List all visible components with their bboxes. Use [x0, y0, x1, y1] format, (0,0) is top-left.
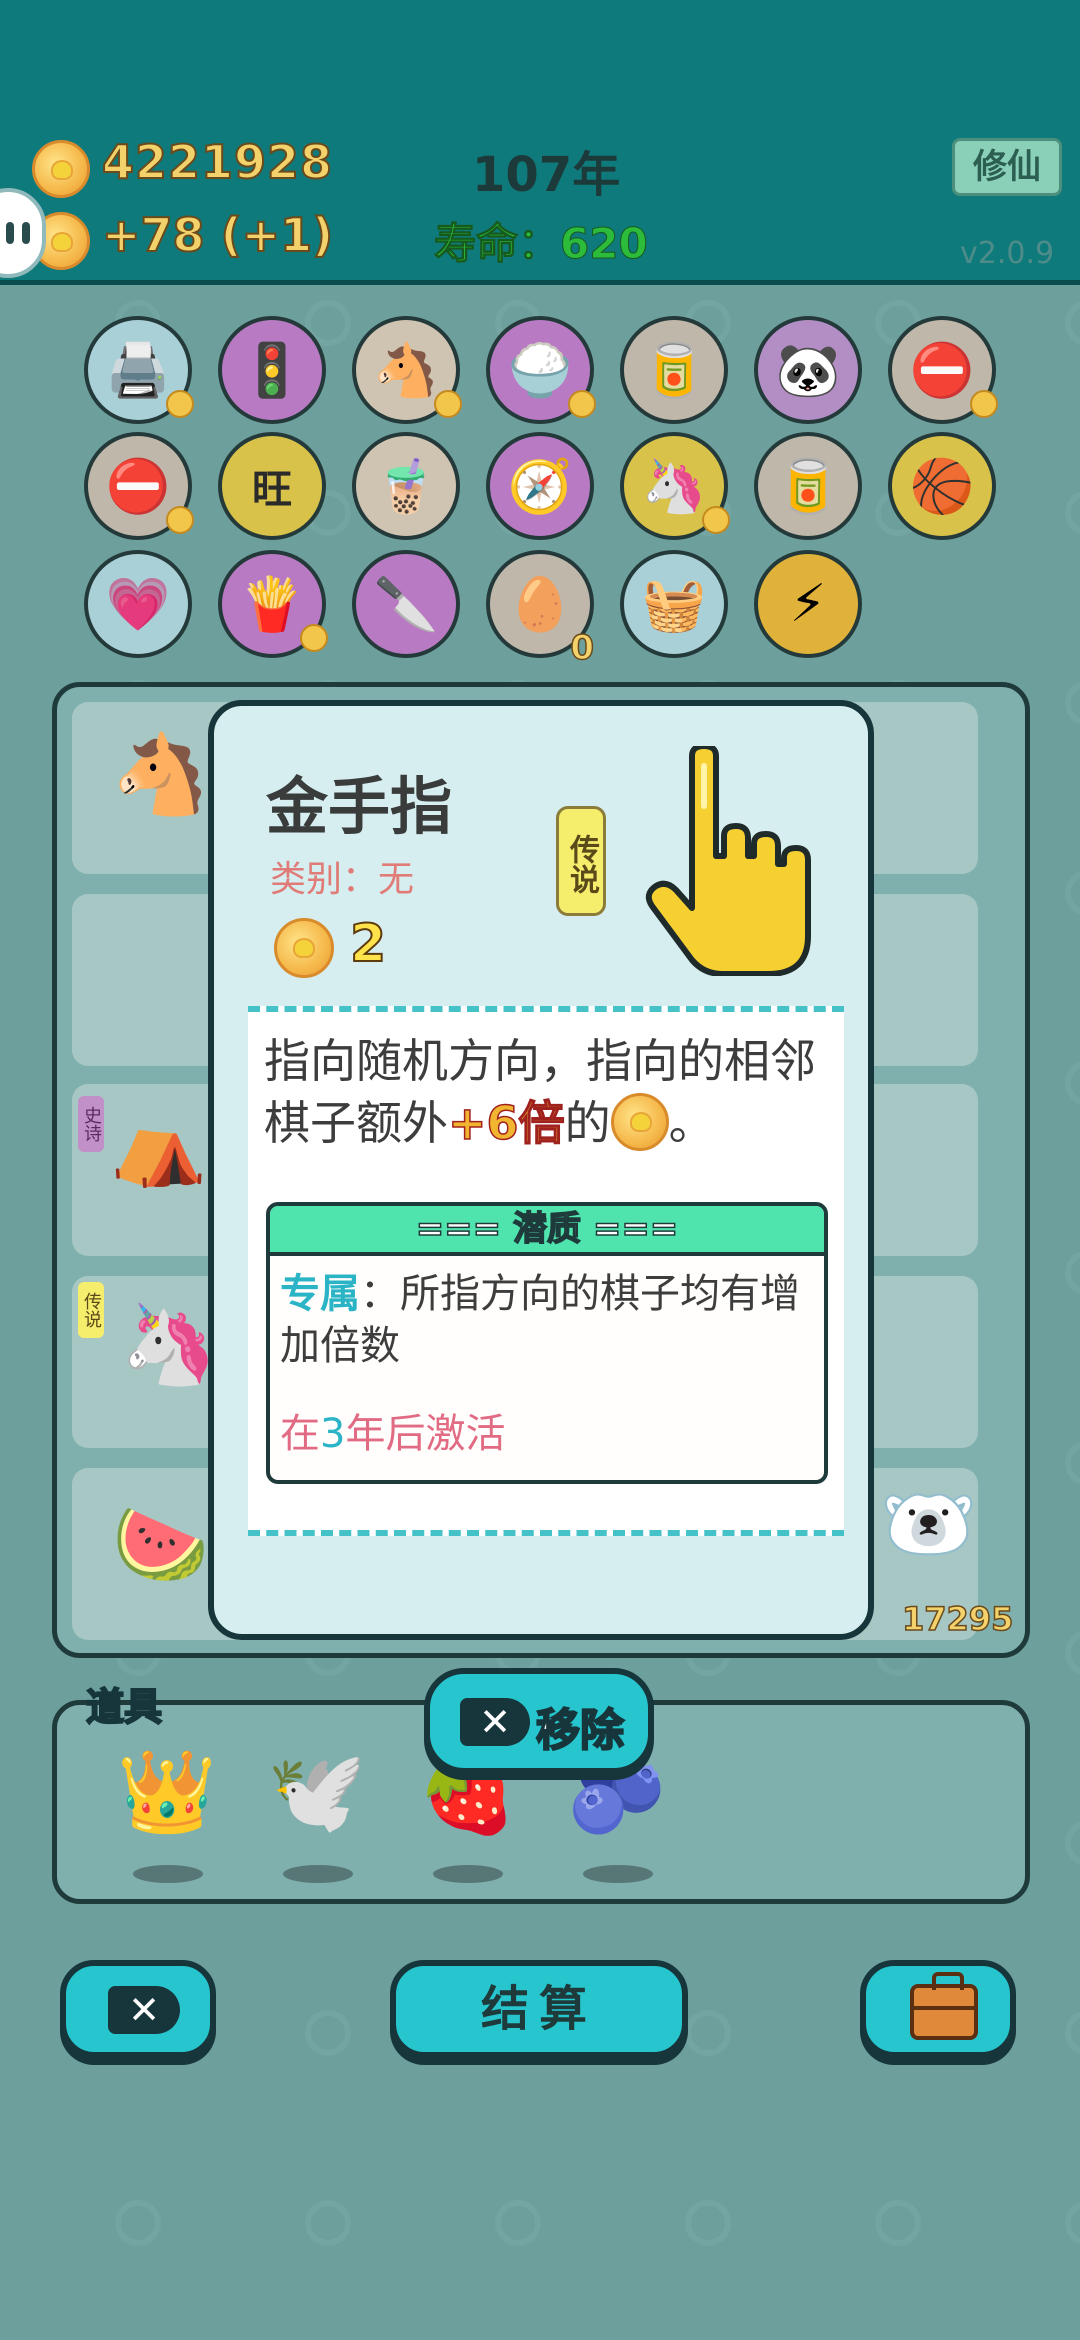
bg-dot	[1065, 2200, 1080, 2246]
item-pet-food-bowl[interactable]: 🥫	[754, 432, 862, 540]
close-button[interactable]: ✕	[60, 1960, 216, 2058]
badge-icon	[970, 390, 998, 418]
item-traffic-light[interactable]: 🚦	[218, 316, 326, 424]
money-count: 4221928	[101, 134, 334, 190]
item-printer[interactable]: 🖨️	[84, 316, 194, 424]
item-detail-card: 金手指 类别：无 传说 2 指向随机方向，指向的相邻棋子额外+6倍的。 === …	[208, 700, 874, 1640]
card-title: 金手指	[266, 770, 453, 843]
bg-dot	[1065, 1630, 1080, 1676]
bg-dot	[495, 2200, 541, 2246]
horse-icon[interactable]: 🐴	[112, 730, 209, 821]
badge-icon	[166, 390, 194, 418]
close-icon: ✕	[108, 1986, 180, 2034]
xiuxian-button[interactable]: 修仙	[952, 138, 1062, 196]
bg-dot	[1065, 870, 1080, 916]
potential-header: === 潜质 ===	[270, 1206, 824, 1256]
coin-icon	[32, 140, 90, 198]
legend-tag: 传说	[78, 1282, 104, 1338]
bg-dot	[305, 2200, 351, 2246]
item-panda[interactable]: 🐼	[754, 316, 862, 424]
item-horses[interactable]: 🐴	[352, 316, 462, 424]
coin-icon	[274, 918, 334, 978]
item-wang-tiles[interactable]: 旺	[218, 432, 326, 540]
badge-icon	[300, 624, 328, 652]
close-icon: ✕	[460, 1698, 530, 1746]
tools-label: 道具	[85, 1684, 163, 1730]
year-counter: 107年	[472, 147, 621, 203]
item-lightning[interactable]: ⚡	[754, 550, 862, 658]
lifespan-label: 寿命：620	[434, 219, 649, 269]
coin-icon	[610, 1093, 669, 1151]
item-fries[interactable]: 🍟	[218, 550, 328, 658]
badge-icon	[166, 506, 194, 534]
item-unicorn[interactable]: 🦄	[620, 432, 730, 540]
top-bar: 4221928 +78 (+1) 107年 寿命：620 修仙 v2.0.9	[0, 0, 1080, 285]
remove-button[interactable]: ✕ 移除	[424, 1668, 654, 1774]
watermelon-icon[interactable]: 🍉	[112, 1500, 209, 1591]
badge-icon	[434, 390, 462, 418]
item-bubble-tea[interactable]: 🧋	[352, 432, 460, 540]
description-area: 指向随机方向，指向的相邻棋子额外+6倍的。 === 潜质 === 专属：所指方向…	[248, 1006, 844, 1536]
multiplier-highlight: +6倍	[447, 1095, 565, 1151]
activation-text: 在3年后激活	[280, 1411, 506, 1457]
bg-dot	[1065, 1250, 1080, 1296]
item-pet-food-bowl[interactable]: 🥫	[620, 316, 728, 424]
badge-icon	[702, 506, 730, 534]
badge-icon	[568, 390, 596, 418]
bg-dot	[1065, 2010, 1080, 2056]
bg-dot	[1065, 300, 1080, 346]
potential-box: === 潜质 === 专属：所指方向的棋子均有增加倍数 在3年后激活	[266, 1202, 828, 1484]
bg-dot	[875, 2200, 921, 2246]
bg-dot	[685, 2010, 731, 2056]
item-heart-fan[interactable]: 💗	[84, 550, 192, 658]
epic-tag: 史诗	[78, 1096, 104, 1152]
unicorn-icon[interactable]: 🦄	[120, 1300, 217, 1391]
polar-bear-icon[interactable]: 🐻‍❄️	[880, 1480, 977, 1571]
egg-count: 0	[570, 627, 595, 669]
item-bag[interactable]: 🧺	[620, 550, 728, 658]
bg-dot	[1065, 1440, 1080, 1486]
bird-icon[interactable]: 🕊️	[267, 1745, 367, 1839]
description-text: 指向随机方向，指向的相邻棋子额外+6倍的。	[264, 1034, 816, 1151]
bg-dot	[1065, 1060, 1080, 1106]
item-egg-tray[interactable]: 🥚 0	[486, 550, 595, 669]
bg-dot	[305, 2010, 351, 2056]
item-remove-sign[interactable]: ⛔	[888, 316, 998, 424]
rabbit-tent-icon[interactable]: ⛺	[110, 1100, 207, 1191]
bg-dot	[1065, 680, 1080, 726]
item-remove-sign[interactable]: ⛔	[84, 432, 194, 540]
settle-button[interactable]: 结算	[390, 1960, 688, 2058]
item-cleaver[interactable]: 🔪	[352, 550, 460, 658]
inventory-button[interactable]	[860, 1960, 1016, 2058]
board-value: 17295	[901, 1599, 1014, 1639]
bg-dot	[115, 2200, 161, 2246]
card-category: 类别：无	[270, 859, 415, 900]
pointing-hand-icon	[645, 746, 811, 976]
income-rate: +78 (+1)	[101, 207, 334, 263]
crown-icon[interactable]: 👑	[117, 1745, 217, 1839]
bg-dot	[685, 2200, 731, 2246]
potential-description: 专属：所指方向的棋子均有增加倍数	[280, 1271, 800, 1369]
version-label: v2.0.9	[960, 236, 1055, 271]
item-basketballs[interactable]: 🏀	[888, 432, 996, 540]
bg-dot	[1065, 1820, 1080, 1866]
card-price: 2	[349, 913, 387, 975]
item-rice-bowl[interactable]: 🍚	[486, 316, 596, 424]
rarity-tag: 传说	[556, 806, 606, 916]
item-compass[interactable]: 🧭	[486, 432, 594, 540]
bg-dot	[1065, 490, 1080, 536]
briefcase-icon	[910, 1972, 978, 2040]
